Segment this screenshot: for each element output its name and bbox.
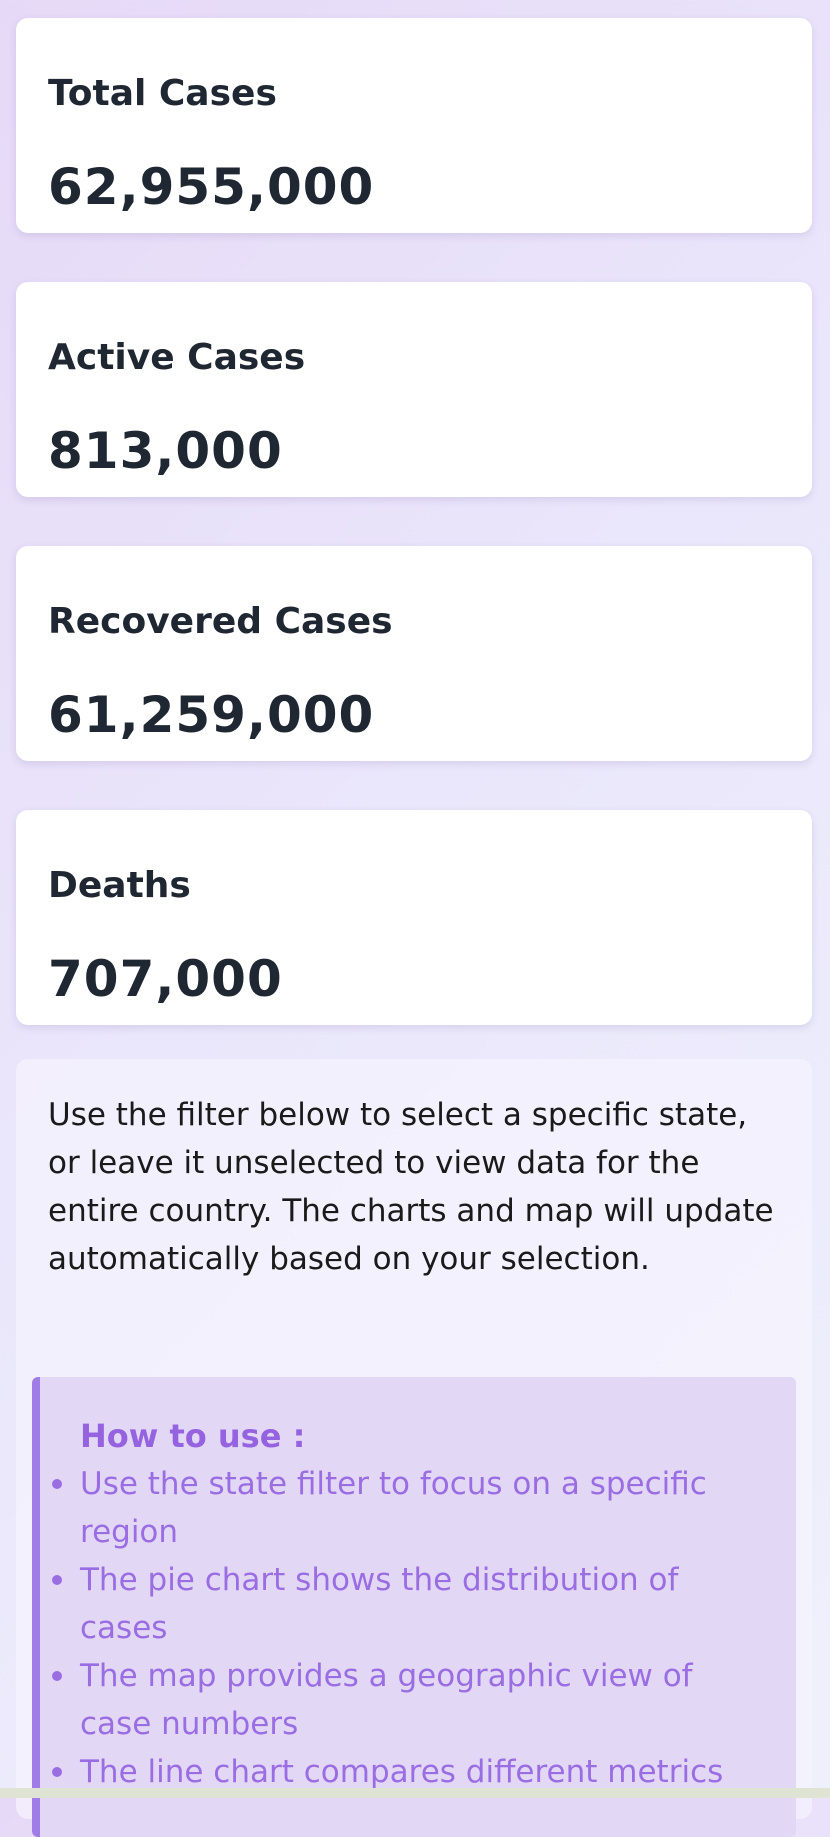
how-to-use-item-text: The pie chart shows the distribution of … bbox=[80, 1562, 679, 1646]
recovered-cases-label: Recovered Cases bbox=[48, 601, 393, 642]
info-panel: Use the filter below to select a specifi… bbox=[16, 1059, 812, 1837]
bullet-icon bbox=[52, 1575, 62, 1585]
total-cases-card: Total Cases 62,955,000 bbox=[16, 18, 812, 233]
deaths-value: 707,000 bbox=[48, 950, 283, 1008]
bottom-scroll-edge bbox=[0, 1788, 830, 1798]
how-to-use-box: How to use : Use the state filter to foc… bbox=[32, 1377, 796, 1837]
active-cases-label: Active Cases bbox=[48, 337, 306, 378]
recovered-cases-card: Recovered Cases 61,259,000 bbox=[16, 546, 812, 761]
recovered-cases-value: 61,259,000 bbox=[48, 686, 375, 744]
how-to-use-item: The pie chart shows the distribution of … bbox=[52, 1556, 770, 1652]
stats-cards: Total Cases 62,955,000 Active Cases 813,… bbox=[16, 18, 812, 1074]
how-to-use-item-text: The line chart compares different metric… bbox=[80, 1754, 724, 1790]
deaths-label: Deaths bbox=[48, 865, 191, 906]
deaths-card: Deaths 707,000 bbox=[16, 810, 812, 1025]
how-to-use-title: How to use : bbox=[80, 1417, 306, 1455]
how-to-use-item: The map provides a geographic view of ca… bbox=[52, 1652, 770, 1748]
active-cases-value: 813,000 bbox=[48, 422, 283, 480]
bullet-icon bbox=[52, 1767, 62, 1777]
active-cases-card: Active Cases 813,000 bbox=[16, 282, 812, 497]
total-cases-label: Total Cases bbox=[48, 73, 277, 114]
how-to-use-item-text: Use the state filter to focus on a speci… bbox=[80, 1466, 707, 1550]
bullet-icon bbox=[52, 1479, 62, 1489]
how-to-use-list: Use the state filter to focus on a speci… bbox=[52, 1460, 770, 1796]
bullet-icon bbox=[52, 1671, 62, 1681]
how-to-use-item-text: The map provides a geographic view of ca… bbox=[80, 1658, 693, 1742]
info-description: Use the filter below to select a specifi… bbox=[48, 1097, 774, 1277]
how-to-use-item: Use the state filter to focus on a speci… bbox=[52, 1460, 770, 1556]
total-cases-value: 62,955,000 bbox=[48, 158, 375, 216]
